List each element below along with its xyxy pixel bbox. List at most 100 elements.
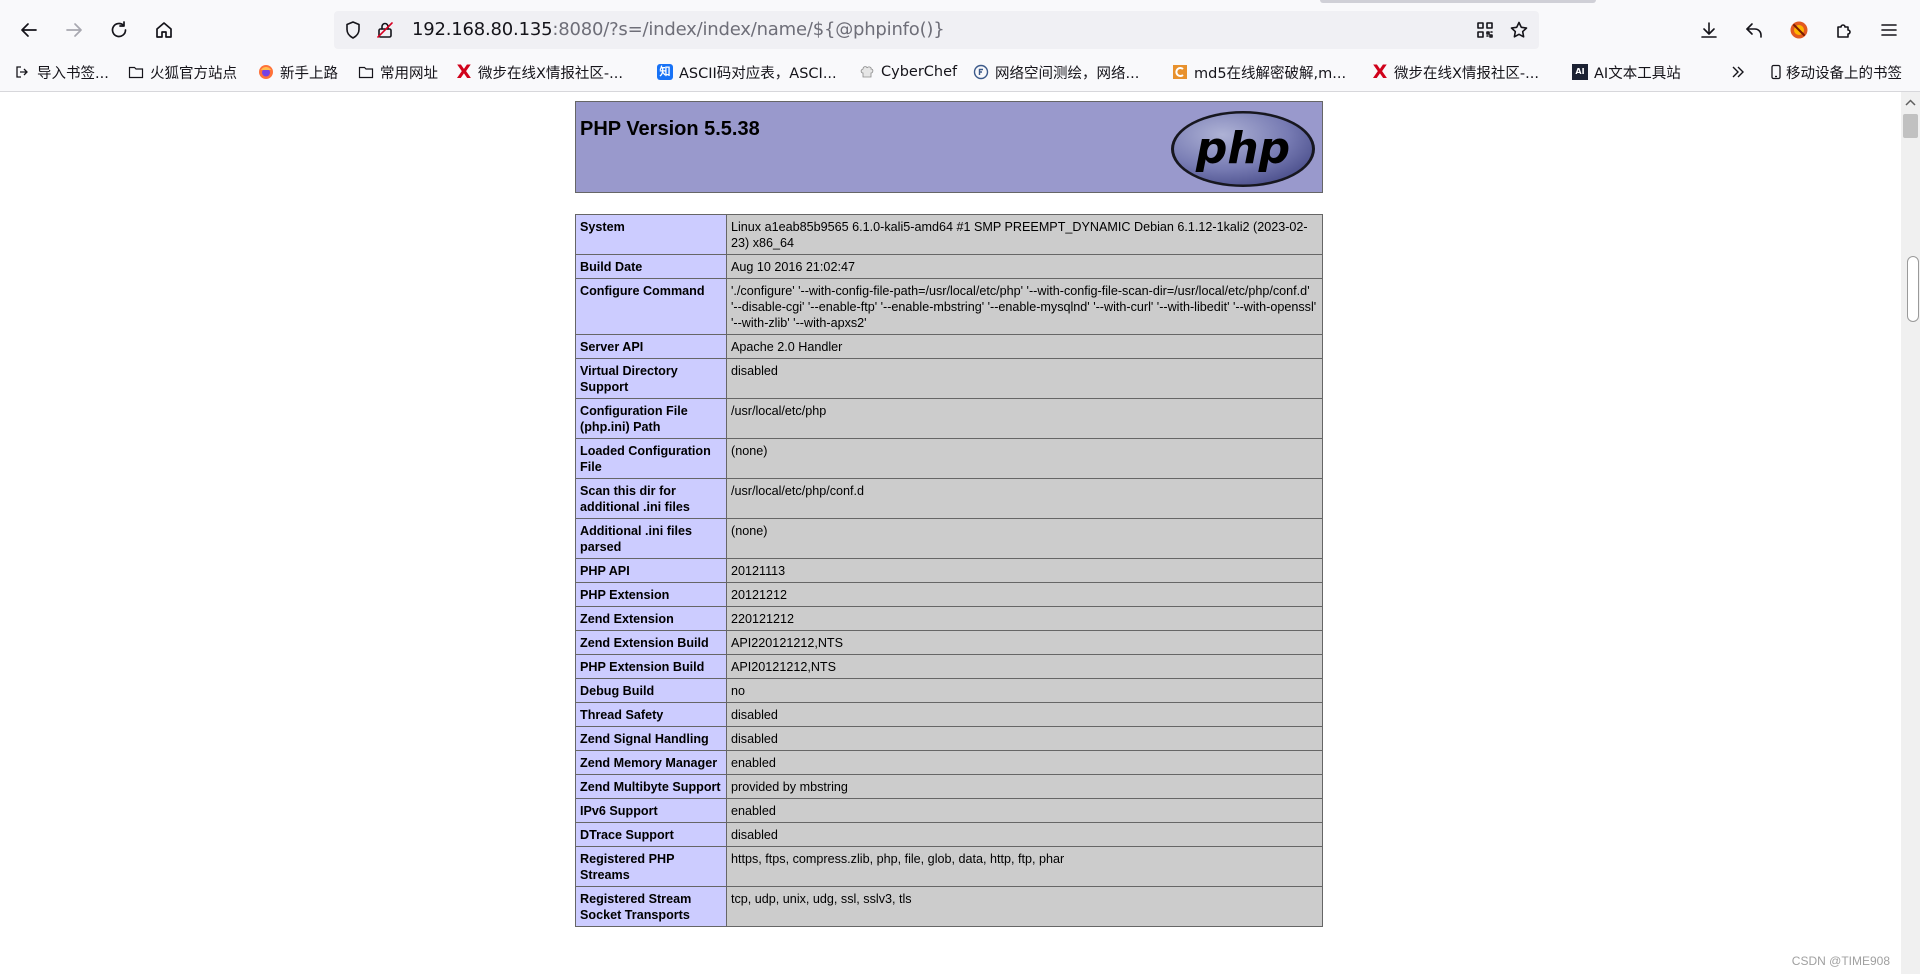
hamburger-menu-icon <box>1881 24 1897 36</box>
setting-value: Aug 10 2016 21:02:47 <box>726 254 1323 279</box>
php-version-header: PHP Version 5.5.38 php <box>575 101 1323 193</box>
home-button[interactable] <box>147 13 181 47</box>
table-row: PHP Extension Build API20121212,NTS <box>575 654 1323 679</box>
setting-value: disabled <box>726 358 1323 399</box>
table-row: Scan this dir for additional .ini files /… <box>575 478 1323 519</box>
setting-value: /usr/local/etc/php <box>726 398 1323 439</box>
bookmark-label: ASCII码对应表，ASCI... <box>679 65 837 82</box>
bookmark-import[interactable]: 导入书签... <box>15 60 109 84</box>
bookmark-label: 导入书签... <box>37 65 109 82</box>
threatbook-x-icon: X <box>1372 61 1388 83</box>
setting-name: IPv6 Support <box>575 798 727 823</box>
threatbook-x-icon: X <box>456 61 472 83</box>
forward-button[interactable] <box>57 13 91 47</box>
table-row: Zend Multibyte Support provided by mbstri… <box>575 774 1323 799</box>
bookmarks-toolbar: 导入书签... 火狐官方站点 新手上路 常用网址 X 微步在线X情报社区-...… <box>0 58 1920 86</box>
browser-toolbar: 192.168.80.135:8080/?s=/index/index/name… <box>0 0 1920 92</box>
reload-icon <box>111 21 127 38</box>
setting-value: disabled <box>726 702 1323 727</box>
back-button[interactable] <box>12 13 46 47</box>
hackbar-button[interactable] <box>1737 13 1771 47</box>
php-logo[interactable]: php <box>1169 109 1317 189</box>
table-row: System Linux a1eab85b9565 6.1.0-kali5-amd… <box>575 214 1323 255</box>
reload-button[interactable] <box>102 13 136 47</box>
setting-name: Zend Multibyte Support <box>575 774 727 799</box>
setting-name: Build Date <box>575 254 727 279</box>
tab-strip-edge <box>1320 0 1596 3</box>
bookmark-fofa[interactable]: 网络空间测绘，网络... <box>973 60 1139 84</box>
setting-name: Registered PHP Streams <box>575 846 727 887</box>
setting-name: Zend Extension Build <box>575 630 727 655</box>
extension-button[interactable] <box>1782 13 1816 47</box>
qr-code-icon[interactable] <box>1475 20 1495 40</box>
overlay-scroll-handle[interactable] <box>1907 256 1919 322</box>
setting-name: Zend Extension <box>575 606 727 631</box>
table-row: Registered Stream Socket Transports tcp, … <box>575 886 1323 927</box>
setting-name: Configuration File (php.ini) Path <box>575 398 727 439</box>
setting-name: Configure Command <box>575 278 727 335</box>
insecure-lock-icon[interactable] <box>375 20 395 40</box>
puzzle-icon <box>1837 24 1851 38</box>
bookmark-label: CyberChef <box>881 64 958 80</box>
bookmarks-overflow-button[interactable] <box>1730 60 1752 84</box>
downloads-button[interactable] <box>1692 13 1726 47</box>
setting-value: (none) <box>726 518 1323 559</box>
address-bar[interactable]: 192.168.80.135:8080/?s=/index/index/name… <box>334 11 1539 49</box>
bookmark-ai-tools[interactable]: AI AI文本工具站 <box>1572 60 1681 84</box>
table-row: Server API Apache 2.0 Handler <box>575 334 1323 359</box>
setting-name: Loaded Configuration File <box>575 438 727 479</box>
download-icon <box>1701 22 1717 38</box>
setting-value: /usr/local/etc/php/conf.d <box>726 478 1323 519</box>
bookmark-cyberchef[interactable]: CyberChef <box>859 60 957 84</box>
url-text[interactable]: 192.168.80.135:8080/?s=/index/index/name… <box>412 20 945 40</box>
table-row: Build Date Aug 10 2016 21:02:47 <box>575 254 1323 279</box>
bookmark-label: md5在线解密破解,m... <box>1194 65 1347 82</box>
page-viewport: PHP Version 5.5.38 php System Linux a1eab… <box>0 92 1901 974</box>
setting-value: 20121113 <box>726 558 1323 583</box>
bookmark-mobile[interactable]: 移动设备上的书签 <box>1768 60 1902 84</box>
cmd5-icon <box>1172 64 1188 80</box>
menu-button[interactable] <box>1872 13 1906 47</box>
table-row: DTrace Support disabled <box>575 822 1323 847</box>
scroll-up-arrow-icon[interactable] <box>1903 96 1918 110</box>
page-scrollbar[interactable] <box>1901 92 1920 974</box>
setting-value: https, ftps, compress.zlib, php, file, g… <box>726 846 1323 887</box>
bookmark-star-icon[interactable] <box>1509 20 1529 40</box>
setting-name: Virtual Directory Support <box>575 358 727 399</box>
scrollbar-thumb[interactable] <box>1903 114 1918 138</box>
zhihu-icon: 知 <box>657 64 673 80</box>
extension-badge-icon <box>1790 21 1808 39</box>
setting-value: Apache 2.0 Handler <box>726 334 1323 359</box>
home-icon <box>156 22 172 38</box>
setting-name: Server API <box>575 334 727 359</box>
bookmark-getting-started[interactable]: 新手上路 <box>258 60 338 84</box>
extensions-button[interactable] <box>1827 13 1861 47</box>
phpinfo-container: PHP Version 5.5.38 php System Linux a1eab… <box>575 101 1325 927</box>
bookmark-threatbook-1[interactable]: X 微步在线X情报社区-... <box>456 60 623 84</box>
bookmark-label: 网络空间测绘，网络... <box>995 65 1140 82</box>
setting-value: API220121212,NTS <box>726 630 1323 655</box>
table-row: Zend Signal Handling disabled <box>575 726 1323 751</box>
setting-name: PHP Extension <box>575 582 727 607</box>
setting-value: Linux a1eab85b9565 6.1.0-kali5-amd64 #1 … <box>726 214 1323 255</box>
setting-value: 220121212 <box>726 606 1323 631</box>
bookmark-label: 常用网址 <box>380 65 438 82</box>
bookmark-threatbook-2[interactable]: X 微步在线X情报社区-... <box>1372 60 1539 84</box>
setting-value: provided by mbstring <box>726 774 1323 799</box>
setting-name: Scan this dir for additional .ini files <box>575 478 727 519</box>
bookmark-label: 新手上路 <box>280 65 338 82</box>
setting-name: Zend Memory Manager <box>575 750 727 775</box>
bookmark-firefox-site[interactable]: 火狐官方站点 <box>128 60 237 84</box>
table-row: Zend Extension Build API220121212,NTS <box>575 630 1323 655</box>
table-row: Loaded Configuration File (none) <box>575 438 1323 479</box>
setting-name: Registered Stream Socket Transports <box>575 886 727 927</box>
setting-value: no <box>726 678 1323 703</box>
bookmark-common-sites[interactable]: 常用网址 <box>358 60 438 84</box>
table-row: PHP API 20121113 <box>575 558 1323 583</box>
table-row: Registered PHP Streams https, ftps, compr… <box>575 846 1323 887</box>
table-row: Additional .ini files parsed (none) <box>575 518 1323 559</box>
table-row: Thread Safety disabled <box>575 702 1323 727</box>
bookmark-ascii-table[interactable]: 知 ASCII码对应表，ASCI... <box>657 60 837 84</box>
tracking-shield-icon[interactable] <box>343 20 363 40</box>
bookmark-cmd5[interactable]: md5在线解密破解,m... <box>1172 60 1346 84</box>
